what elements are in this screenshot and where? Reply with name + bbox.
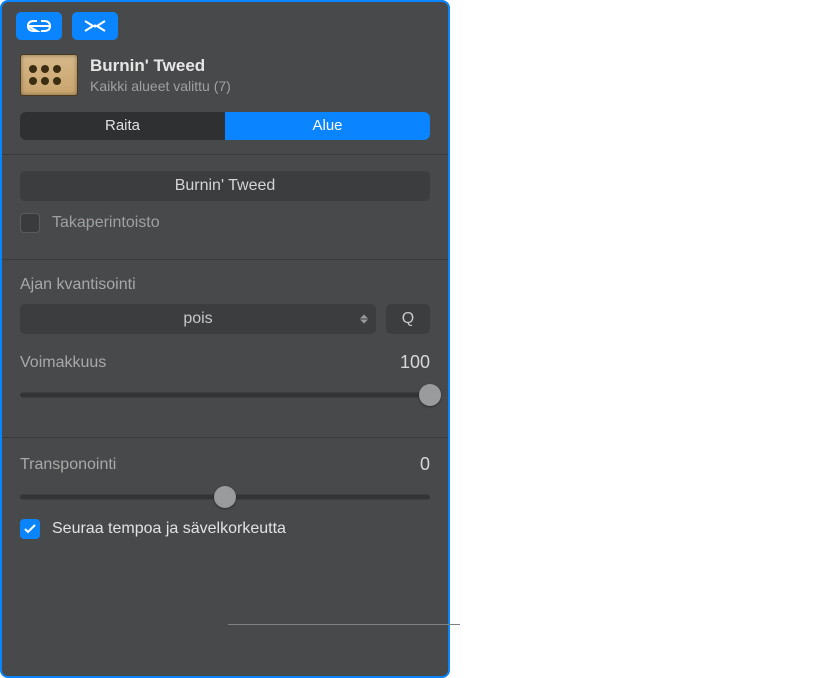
slider-knob[interactable] — [419, 384, 441, 406]
link-button[interactable] — [16, 12, 62, 40]
strength-label: Voimakkuus — [20, 354, 106, 372]
reverse-label: Takaperintoisto — [52, 214, 160, 232]
collapse-button[interactable] — [72, 12, 118, 40]
inspector-panel: Burnin' Tweed Kaikki alueet valittu (7) … — [0, 0, 450, 678]
select-arrows-icon — [360, 315, 368, 324]
strength-slider[interactable] — [20, 383, 430, 407]
transpose-label: Transponointi — [20, 456, 116, 474]
top-toolbar — [2, 2, 448, 46]
quantize-label: Ajan kvantisointi — [20, 276, 430, 294]
transpose-section: Transponointi 0 Seuraa tempoa ja sävelko… — [2, 438, 448, 551]
region-name-section: Burnin' Tweed Takaperintoisto — [2, 155, 448, 245]
quantize-section: Ajan kvantisointi pois Q Voimakkuus 100 — [2, 260, 448, 423]
slider-knob[interactable] — [214, 486, 236, 508]
track-thumbnail[interactable] — [20, 54, 78, 96]
quantize-apply-button[interactable]: Q — [386, 304, 430, 334]
callout-line — [228, 624, 460, 625]
transpose-row: Transponointi 0 — [20, 454, 430, 475]
reverse-playback-row: Takaperintoisto — [20, 213, 430, 233]
strength-row: Voimakkuus 100 — [20, 352, 430, 373]
transpose-value: 0 — [420, 454, 430, 475]
track-title: Burnin' Tweed — [90, 56, 231, 76]
quantize-value: pois — [183, 310, 212, 328]
region-name-field[interactable]: Burnin' Tweed — [20, 171, 430, 201]
track-header: Burnin' Tweed Kaikki alueet valittu (7) — [2, 46, 448, 106]
strength-value: 100 — [400, 352, 430, 373]
segmented-track[interactable]: Raita — [20, 112, 225, 140]
slider-track — [20, 393, 430, 398]
quantize-select[interactable]: pois — [20, 304, 376, 334]
track-region-segmented: Raita Alue — [20, 112, 430, 140]
follow-tempo-row: Seuraa tempoa ja sävelkorkeutta — [20, 519, 430, 539]
track-subtitle: Kaikki alueet valittu (7) — [90, 78, 231, 94]
reverse-checkbox[interactable] — [20, 213, 40, 233]
transpose-slider[interactable] — [20, 485, 430, 509]
segmented-region[interactable]: Alue — [225, 112, 430, 140]
follow-tempo-checkbox[interactable] — [20, 519, 40, 539]
follow-tempo-label: Seuraa tempoa ja sävelkorkeutta — [52, 520, 286, 538]
